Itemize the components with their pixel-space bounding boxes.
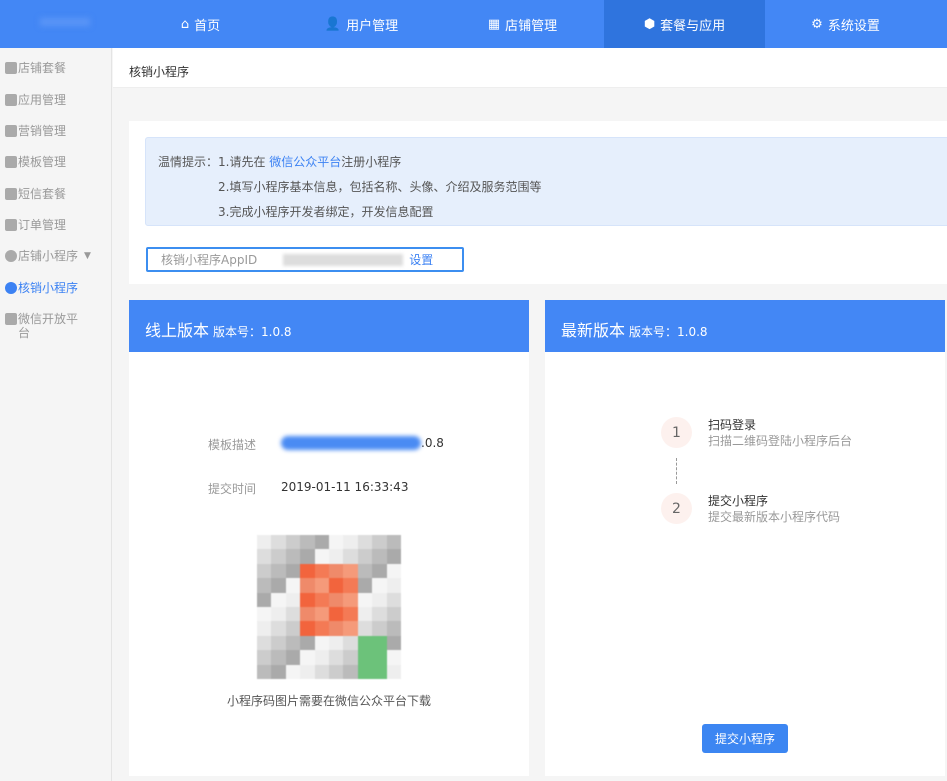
settings-card: 温情提示：1.请先在 微信公众平台注册小程序 2.填写小程序基本信息，包括名称、… bbox=[129, 121, 947, 284]
step-title: 扫码登录 bbox=[708, 418, 757, 432]
version-label: 版本号：1.0.8 bbox=[629, 325, 708, 339]
desc-row: 模板描述 .0.8 bbox=[208, 436, 444, 453]
time-label: 提交时间 bbox=[208, 482, 257, 496]
sidebar-item-wechat-open[interactable]: 微信开放平台 bbox=[5, 312, 85, 340]
step-desc: 扫描二维码登陆小程序后台 bbox=[708, 434, 853, 448]
online-version-card: 线上版本 版本号：1.0.8 模板描述 .0.8 提交时间 2019-01-11 16… bbox=[129, 300, 529, 776]
puzzle-icon bbox=[5, 94, 17, 106]
nav-stores[interactable]: ▦ 店铺管理 bbox=[442, 0, 603, 48]
latest-version-card: 最新版本 版本号：1.0.8 1 扫码登录 扫描二维码登陆小程序后台 2 提交小程序 提交… bbox=[545, 300, 945, 776]
document-icon bbox=[5, 313, 17, 325]
desc-label: 模板描述 bbox=[208, 438, 257, 452]
tip-text: 1.请先在 bbox=[218, 155, 270, 169]
desc-value: .0.8 bbox=[421, 436, 444, 450]
qr-code-image bbox=[257, 535, 401, 679]
nav-settings[interactable]: ⚙ 系统设置 bbox=[765, 0, 926, 48]
template-icon bbox=[5, 156, 17, 168]
home-icon: ⌂ bbox=[180, 16, 190, 32]
user-icon: 👤 bbox=[324, 16, 342, 32]
step-title: 提交小程序 bbox=[708, 494, 769, 508]
nav-home[interactable]: ⌂ 首页 bbox=[120, 0, 281, 48]
appid-value-redacted bbox=[283, 253, 404, 266]
card-title: 最新版本 bbox=[561, 321, 626, 340]
sidebar-item-packages[interactable]: 店铺套餐 bbox=[5, 61, 105, 75]
sidebar-item-store-miniapp[interactable]: 店铺小程序 ▼ bbox=[5, 249, 105, 263]
step-connector bbox=[676, 458, 677, 484]
appid-field[interactable]: 核销小程序AppID 设置 bbox=[146, 247, 464, 272]
sidebar-item-verify-miniapp[interactable]: 核销小程序 bbox=[5, 281, 105, 295]
store-icon: ▦ bbox=[487, 16, 501, 32]
wechat-platform-link[interactable]: 微信公众平台 bbox=[269, 155, 341, 169]
sidebar-item-orders[interactable]: 订单管理 bbox=[5, 218, 105, 232]
package-icon: ⬢ bbox=[643, 16, 656, 32]
card-header: 线上版本 版本号：1.0.8 bbox=[129, 300, 529, 352]
card-title: 线上版本 bbox=[145, 321, 210, 340]
logo bbox=[40, 18, 90, 26]
step-number: 1 bbox=[661, 417, 692, 448]
sidebar: 店铺套餐 应用管理 营销管理 模板管理 短信套餐 订单管理 店铺小程序 ▼ 核销小… bbox=[0, 48, 112, 781]
caret-down-icon: ▼ bbox=[84, 251, 91, 261]
tip-line-3: 3.完成小程序开发者绑定，开发信息配置 bbox=[218, 205, 434, 219]
submit-miniapp-button[interactable]: 提交小程序 bbox=[702, 724, 788, 753]
search-icon bbox=[5, 282, 17, 294]
tip-label: 温情提示： bbox=[158, 155, 219, 169]
message-icon bbox=[5, 188, 17, 200]
layers-icon bbox=[5, 62, 17, 74]
tip-box: 温情提示：1.请先在 微信公众平台注册小程序 2.填写小程序基本信息，包括名称、… bbox=[145, 137, 947, 226]
set-appid-button[interactable]: 设置 bbox=[409, 251, 433, 268]
time-row: 提交时间 2019-01-11 16:33:43 bbox=[208, 480, 408, 497]
tip-text: 注册小程序 bbox=[341, 155, 402, 169]
tip-line-2: 2.填写小程序基本信息，包括名称、头像、介绍及服务范围等 bbox=[218, 180, 542, 194]
card-header: 最新版本 版本号：1.0.8 bbox=[545, 300, 945, 352]
sidebar-item-templates[interactable]: 模板管理 bbox=[5, 155, 105, 169]
nav-users[interactable]: 👤 用户管理 bbox=[281, 0, 442, 48]
sidebar-item-apps[interactable]: 应用管理 bbox=[5, 93, 105, 107]
top-nav: ⌂ 首页 👤 用户管理 ▦ 店铺管理 ⬢ 套餐与应用 ⚙ 系统设置 bbox=[0, 0, 947, 48]
document-icon bbox=[5, 219, 17, 231]
appid-label: 核销小程序AppID bbox=[161, 253, 258, 267]
step-desc: 提交最新版本小程序代码 bbox=[708, 510, 841, 524]
nav-packages[interactable]: ⬢ 套餐与应用 bbox=[604, 0, 765, 48]
step-2: 2 提交小程序提交最新版本小程序代码 bbox=[661, 493, 840, 525]
time-value: 2019-01-11 16:33:43 bbox=[281, 480, 409, 494]
breadcrumb: 核销小程序 bbox=[113, 48, 947, 88]
step-1: 1 扫码登录扫描二维码登陆小程序后台 bbox=[661, 417, 852, 449]
miniapp-icon bbox=[5, 250, 17, 262]
step-number: 2 bbox=[661, 493, 692, 524]
sidebar-item-sms[interactable]: 短信套餐 bbox=[5, 187, 105, 201]
puzzle-icon bbox=[5, 125, 17, 137]
sidebar-item-marketing[interactable]: 营销管理 bbox=[5, 124, 105, 138]
qr-caption: 小程序码图片需要在微信公众平台下载 bbox=[226, 694, 431, 708]
desc-redacted bbox=[281, 436, 421, 450]
gear-icon: ⚙ bbox=[811, 16, 823, 32]
version-label: 版本号：1.0.8 bbox=[213, 325, 292, 339]
